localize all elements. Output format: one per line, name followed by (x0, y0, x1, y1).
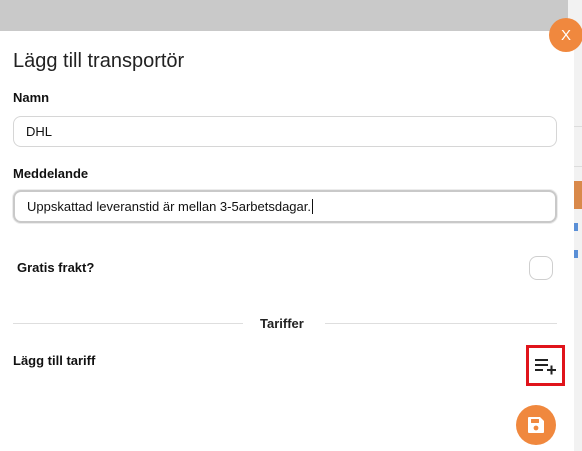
section-divider-right (325, 323, 557, 324)
add-carrier-modal (0, 31, 574, 451)
modal-title: Lägg till transportör (13, 50, 185, 72)
text-caret (312, 199, 313, 214)
message-input-value: Uppskattad leveranstid är mellan 3-5arbe… (27, 199, 311, 214)
add-tariff-label: Lägg till tariff (13, 353, 96, 368)
playlist-add-icon (534, 358, 556, 374)
free-shipping-label: Gratis frakt? (17, 260, 95, 275)
save-icon (528, 417, 544, 433)
name-label: Namn (13, 90, 50, 105)
name-input-value: DHL (26, 124, 53, 139)
close-button[interactable]: X (549, 18, 582, 52)
section-divider-left (13, 323, 243, 324)
free-shipping-checkbox[interactable] (529, 256, 553, 280)
tariffs-section-title: Tariffer (260, 316, 304, 331)
save-button[interactable] (516, 405, 556, 445)
name-input[interactable]: DHL (13, 116, 557, 147)
add-tariff-button[interactable] (526, 345, 565, 386)
message-label: Meddelande (13, 166, 89, 181)
message-input[interactable]: Uppskattad leveranstid är mellan 3-5arbe… (13, 190, 557, 223)
